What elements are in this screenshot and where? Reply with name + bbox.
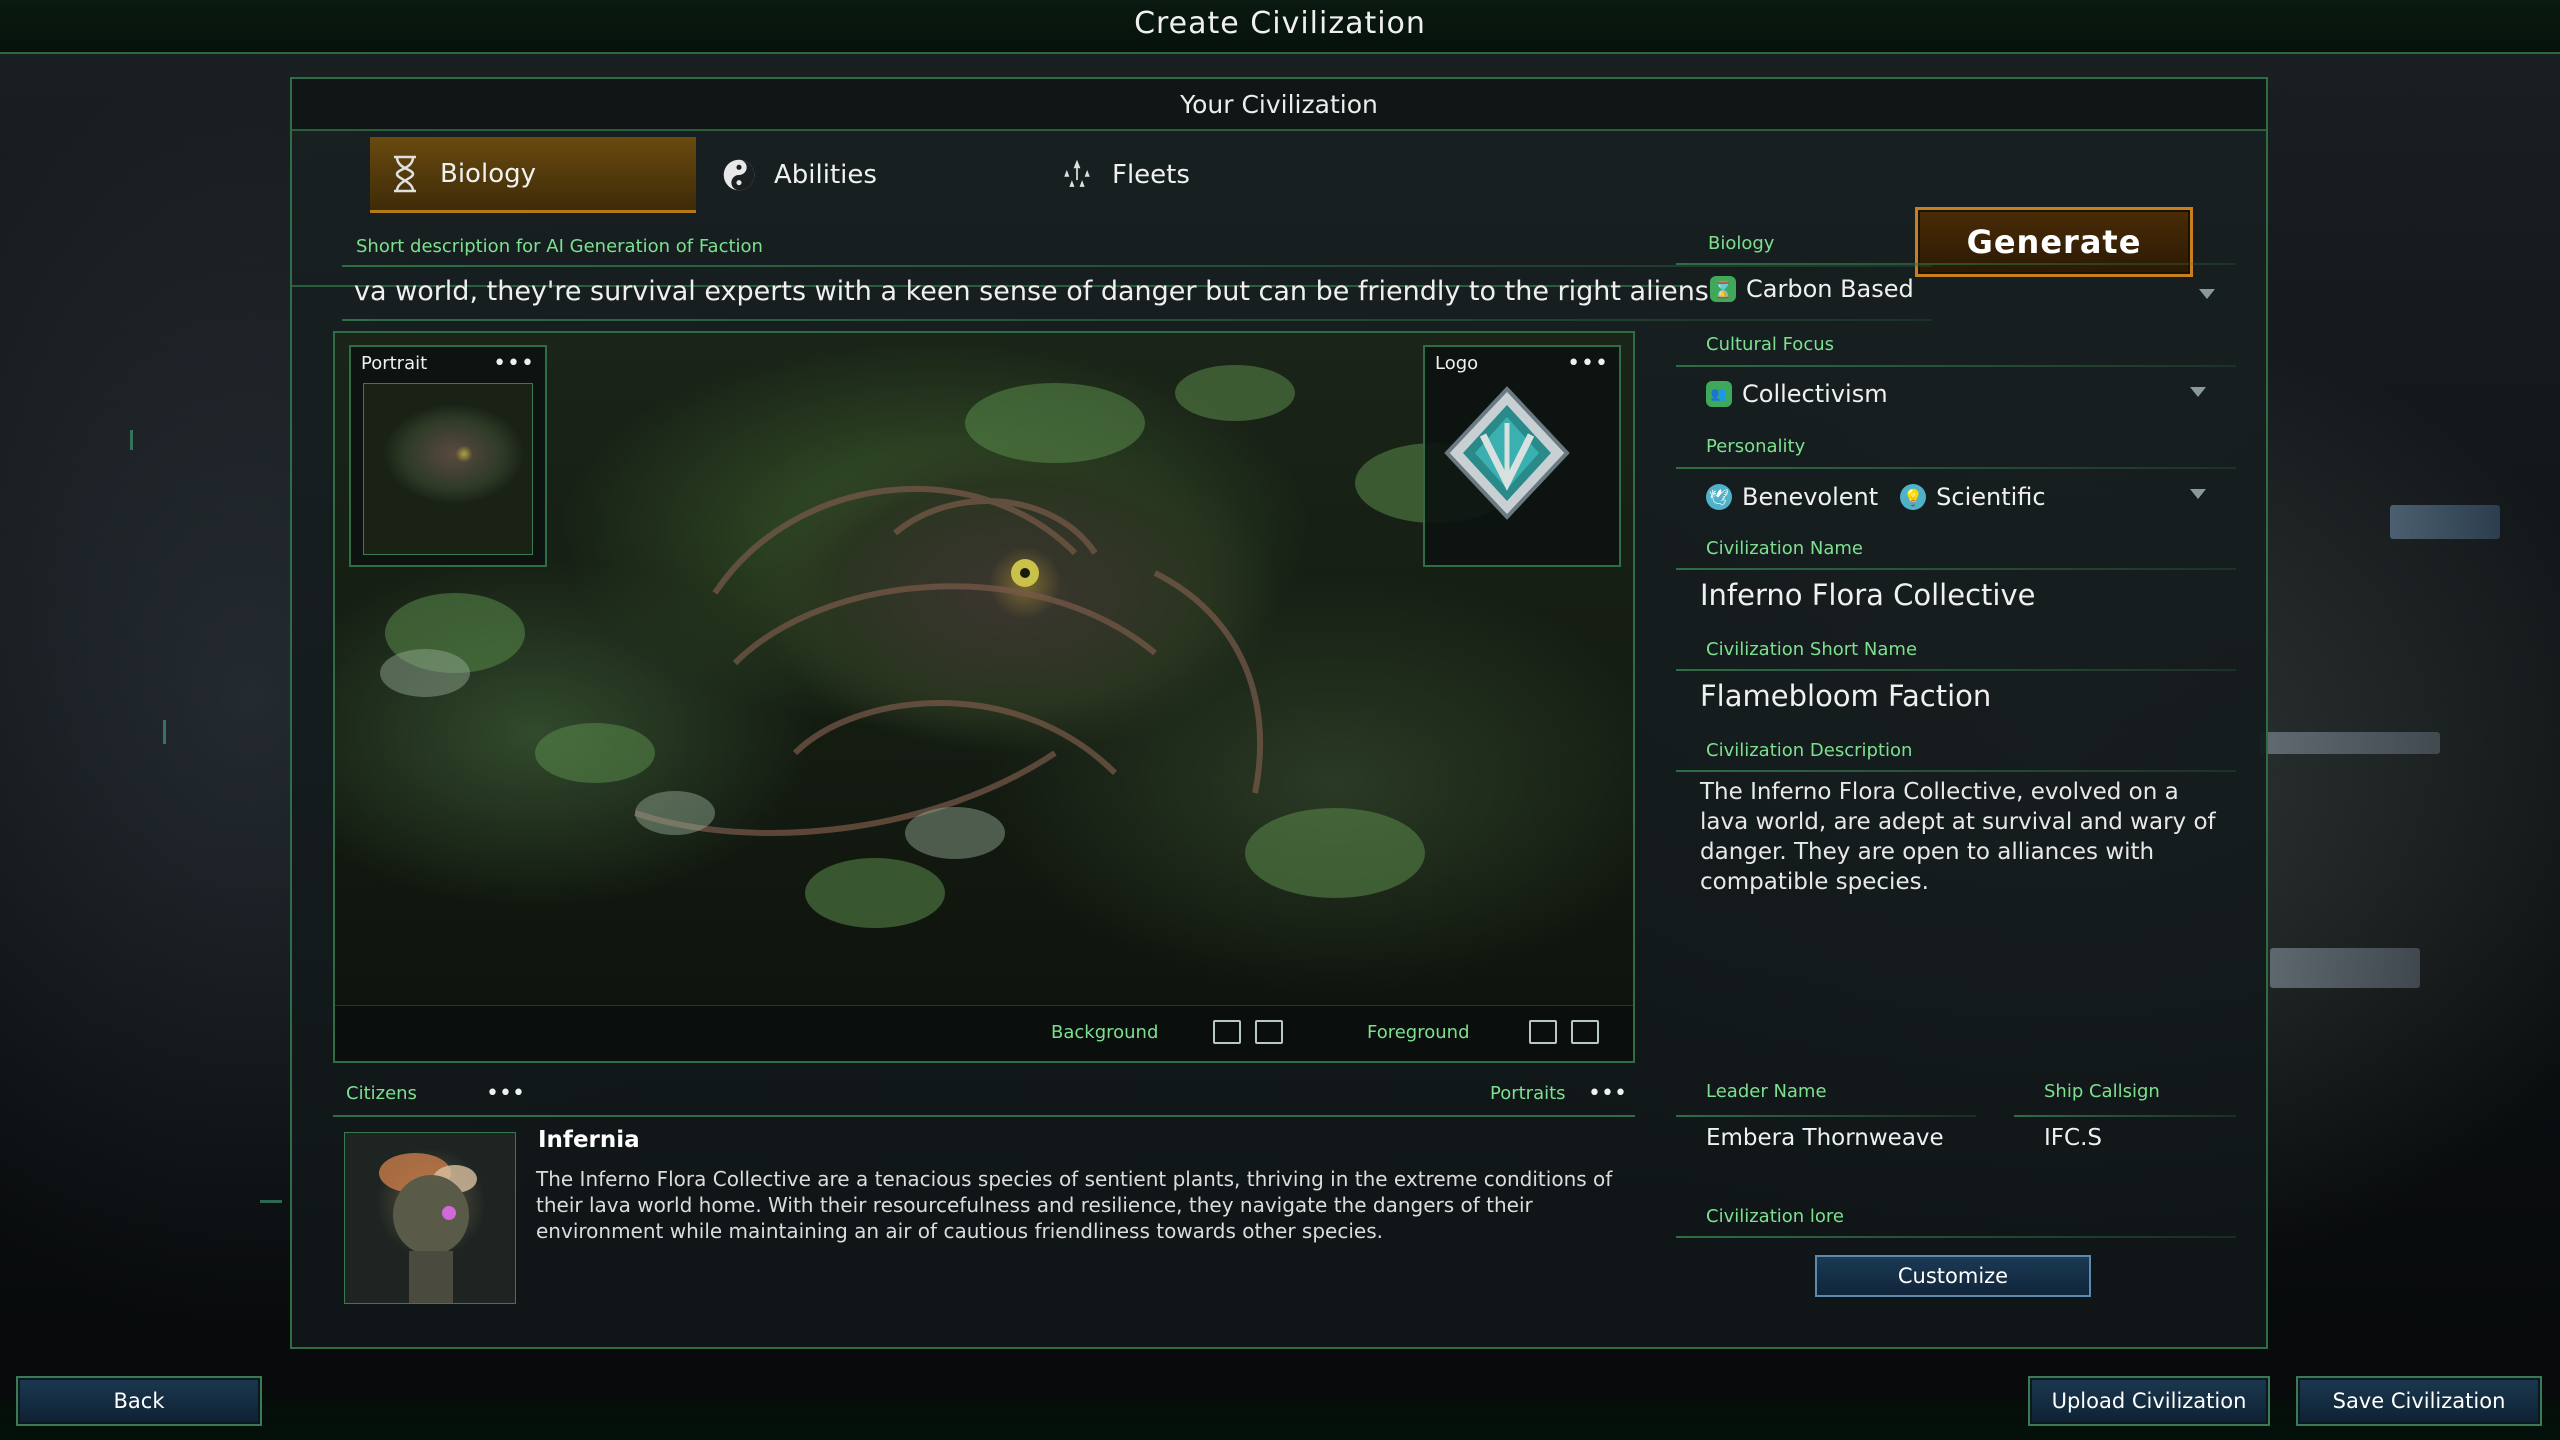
portrait-label: Portrait xyxy=(361,353,428,374)
panel-title: Your Civilization xyxy=(292,79,2266,131)
background-light xyxy=(130,430,133,450)
background-light xyxy=(260,1200,282,1203)
divider xyxy=(1676,467,2236,469)
background-label: Background xyxy=(1051,1022,1159,1043)
ship-callsign-label: Ship Callsign xyxy=(2044,1081,2160,1102)
civ-lore-label: Civilization lore xyxy=(1706,1206,1844,1227)
customize-button[interactable]: Customize xyxy=(1815,1255,2091,1297)
logo-card[interactable]: Logo ••• xyxy=(1423,345,1621,567)
leader-name-input[interactable]: Embera Thornweave xyxy=(1706,1125,1944,1151)
tab-label: Abilities xyxy=(774,160,877,190)
biology-value: Carbon Based xyxy=(1746,275,1914,303)
tab-abilities[interactable]: Abilities xyxy=(704,137,1004,213)
citizen-portrait[interactable] xyxy=(344,1132,516,1304)
portraits-menu-button[interactable]: ••• xyxy=(1588,1081,1627,1106)
fleet-icon xyxy=(1060,155,1094,195)
background-light xyxy=(163,720,166,744)
cultural-focus-dropdown[interactable]: 👥 Collectivism xyxy=(1706,380,1888,408)
tab-label: Biology xyxy=(440,158,536,189)
background-image-icon[interactable] xyxy=(1255,1020,1283,1044)
civ-short-name-label: Civilization Short Name xyxy=(1706,639,1918,660)
citizen-name: Infernia xyxy=(538,1127,640,1153)
portrait-menu-button[interactable]: ••• xyxy=(493,351,535,376)
civilization-panel: Your Civilization Biology Abilities Flee… xyxy=(290,77,2268,1349)
faction-emblem-icon xyxy=(1444,386,1570,520)
tab-biology[interactable]: Biology xyxy=(370,137,696,213)
tab-fleets[interactable]: Fleets xyxy=(1042,137,1342,213)
foreground-label: Foreground xyxy=(1367,1022,1470,1043)
civilization-background-image[interactable]: Portrait ••• Logo ••• Background Foregro xyxy=(333,331,1635,1063)
background-remove-icon[interactable] xyxy=(1213,1020,1241,1044)
divider xyxy=(1676,263,2236,265)
citizen-description: The Inferno Flora Collective are a tenac… xyxy=(536,1167,1613,1243)
title-bar: Create Civilization xyxy=(0,0,2560,54)
people-icon: 👥 xyxy=(1706,381,1732,407)
biology-label: Biology xyxy=(1708,233,1775,254)
divider xyxy=(1676,770,2236,772)
background-ship xyxy=(2260,732,2440,754)
short-description-label: Short description for AI Generation of F… xyxy=(356,236,763,257)
window-title: Create Civilization xyxy=(1134,6,1426,41)
save-civilization-button[interactable]: Save Civilization xyxy=(2296,1376,2542,1426)
hourglass-icon: ⌛ xyxy=(1710,276,1736,302)
divider xyxy=(342,319,1932,321)
chevron-down-icon[interactable] xyxy=(2190,387,2206,397)
cultural-focus-value: Collectivism xyxy=(1742,380,1888,408)
portraits-label: Portraits xyxy=(1490,1083,1566,1104)
generate-button[interactable]: Generate xyxy=(1915,207,2193,277)
divider xyxy=(2014,1115,2236,1117)
divider xyxy=(1676,365,2236,367)
civ-name-input[interactable]: Inferno Flora Collective xyxy=(1700,578,2035,612)
civ-description-input[interactable]: The Inferno Flora Collective, evolved on… xyxy=(1700,777,2220,897)
short-description-input[interactable]: va world, they're survival experts with … xyxy=(354,269,1934,315)
tab-label: Fleets xyxy=(1112,160,1190,190)
upload-civilization-button[interactable]: Upload Civilization xyxy=(2028,1376,2270,1426)
citizens-label: Citizens xyxy=(346,1083,417,1104)
civ-short-name-input[interactable]: Flamebloom Faction xyxy=(1700,679,1991,713)
leader-name-value: Embera Thornweave xyxy=(1706,1125,1944,1151)
lightbulb-icon: 💡 xyxy=(1900,484,1927,510)
back-button[interactable]: Back xyxy=(16,1376,262,1426)
yin-yang-icon xyxy=(722,155,756,195)
personality-value-2: Scientific xyxy=(1936,483,2046,511)
foreground-image-icon[interactable] xyxy=(1571,1020,1599,1044)
biology-dropdown[interactable]: ⌛ Carbon Based xyxy=(1710,275,1914,303)
ship-callsign-input[interactable]: IFC.S xyxy=(2044,1125,2102,1151)
ship-callsign-value: IFC.S xyxy=(2044,1125,2102,1151)
personality-value-1: Benevolent xyxy=(1742,483,1879,511)
personality-label: Personality xyxy=(1706,436,1806,457)
divider xyxy=(342,265,1932,267)
layer-controls: Background Foreground xyxy=(335,1005,1633,1061)
dna-icon xyxy=(388,154,422,194)
civ-name-label: Civilization Name xyxy=(1706,538,1864,559)
citizens-menu-button[interactable]: ••• xyxy=(486,1081,525,1106)
divider xyxy=(1676,669,2236,671)
leader-name-label: Leader Name xyxy=(1706,1081,1827,1102)
civ-description-label: Civilization Description xyxy=(1706,740,1913,761)
logo-thumbnail[interactable] xyxy=(1437,383,1607,555)
divider xyxy=(1676,1236,2236,1238)
dove-icon: 🕊 xyxy=(1706,484,1732,510)
background-ship xyxy=(2390,505,2500,539)
divider xyxy=(333,1115,1635,1117)
divider xyxy=(1676,1115,1976,1117)
background-ship xyxy=(2270,948,2420,988)
divider xyxy=(1676,568,2236,570)
logo-label: Logo xyxy=(1435,353,1479,374)
personality-dropdown[interactable]: 🕊 Benevolent 💡 Scientific xyxy=(1706,483,2046,511)
chevron-down-icon[interactable] xyxy=(2199,289,2215,299)
citizen-illustration xyxy=(379,1153,477,1303)
chevron-down-icon[interactable] xyxy=(2190,489,2206,499)
portrait-thumbnail[interactable] xyxy=(363,383,533,555)
logo-menu-button[interactable]: ••• xyxy=(1567,351,1609,376)
portrait-card[interactable]: Portrait ••• xyxy=(349,345,547,567)
foreground-remove-icon[interactable] xyxy=(1529,1020,1557,1044)
cultural-focus-label: Cultural Focus xyxy=(1706,334,1835,355)
